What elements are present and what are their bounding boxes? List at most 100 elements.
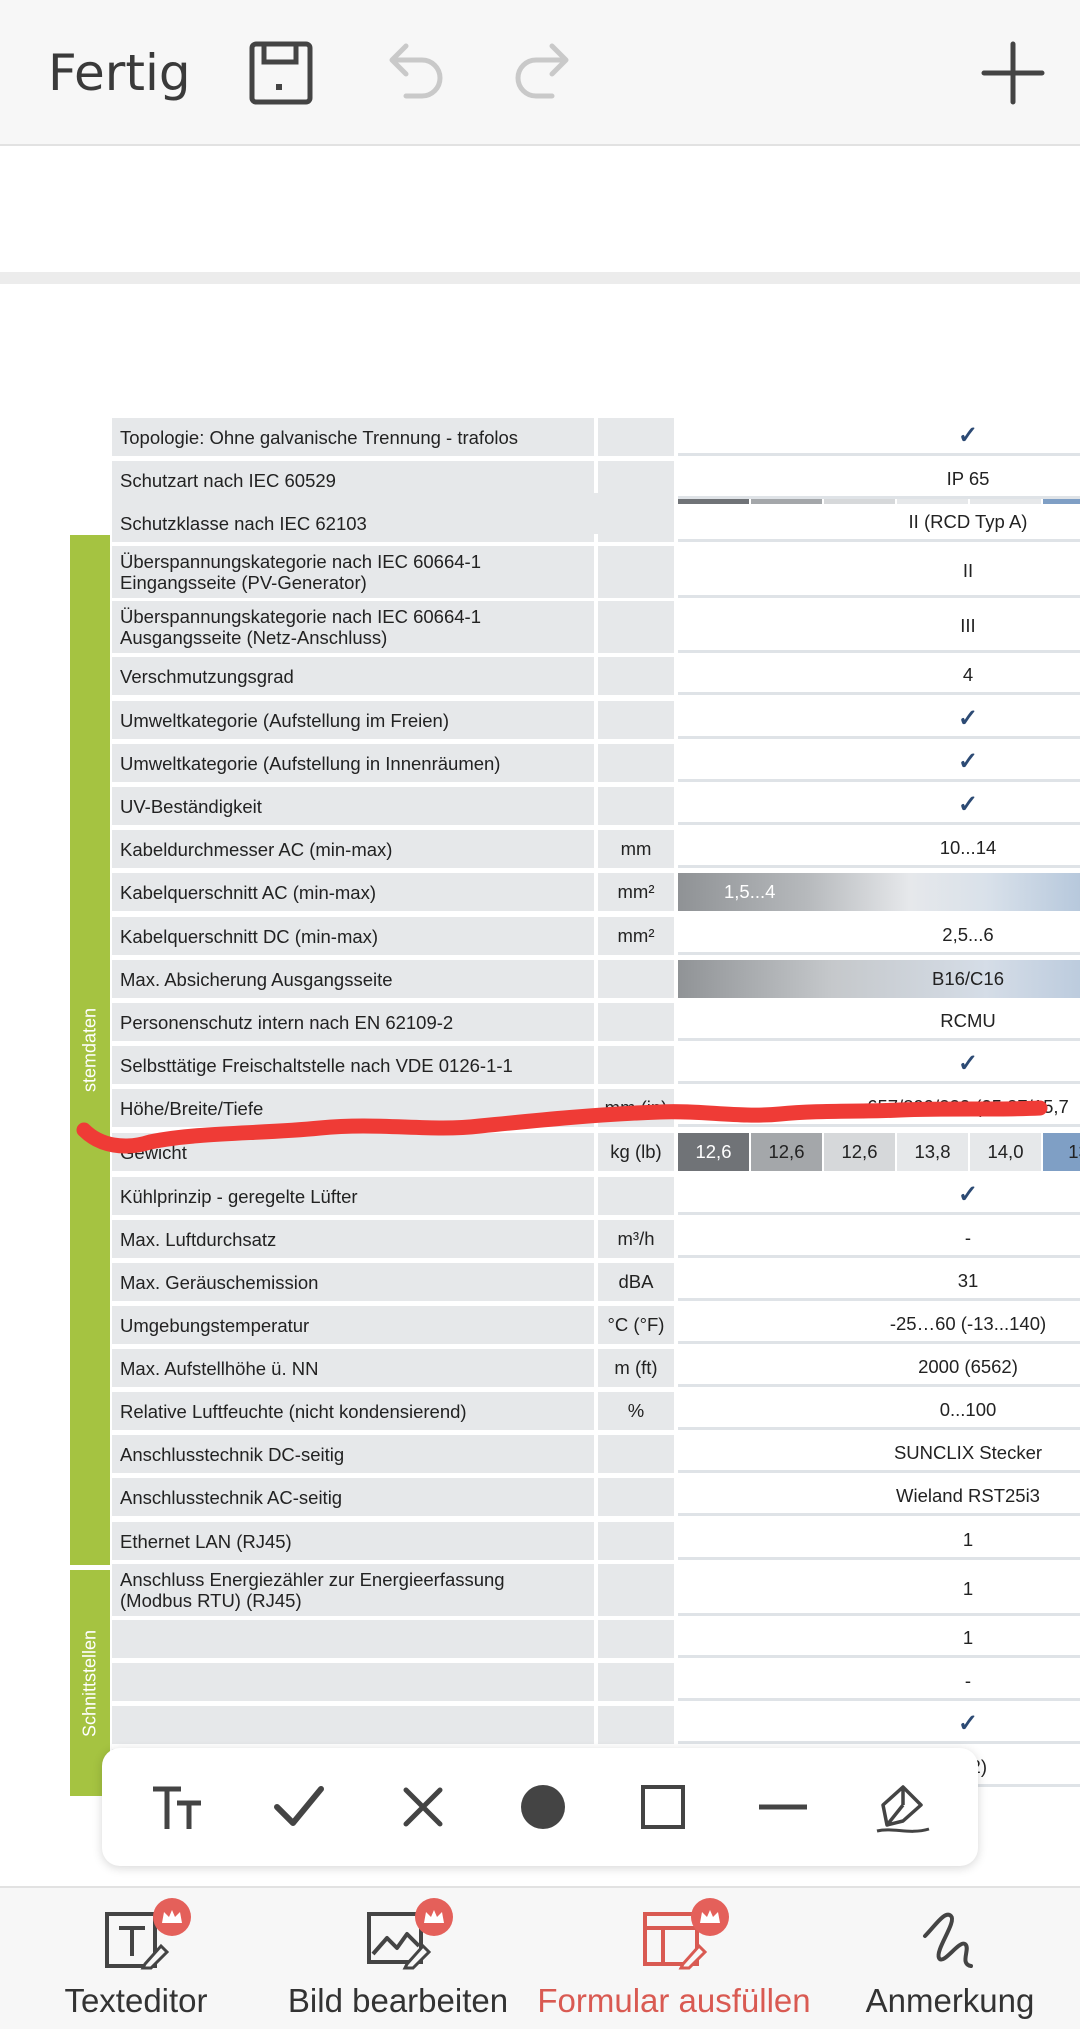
row-value: IP 65 — [678, 461, 1080, 499]
row-unit — [598, 1046, 674, 1084]
row-label: Umweltkategorie (Aufstellung in Innenräu… — [112, 744, 594, 782]
row-value: 1 — [678, 1564, 1080, 1616]
checkmark-icon: ✓ — [957, 1181, 979, 1208]
value-text: - — [964, 1226, 972, 1248]
row-value: 10...14 — [678, 830, 1080, 868]
done-button[interactable]: Fertig — [48, 44, 191, 102]
table-row: Personenschutz intern nach EN 62109-2 RCM… — [112, 1003, 1080, 1041]
tab-anmerkung[interactable]: Anmerkung — [852, 1888, 1048, 2029]
row-value: III — [678, 601, 1080, 653]
section-label: stemdaten — [79, 1007, 100, 1093]
weight-cell: 12,6 — [678, 1133, 749, 1171]
weight-cell: 12,6 — [751, 1133, 822, 1171]
tab-texteditor[interactable]: Texteditor — [56, 1888, 216, 2029]
line-icon[interactable] — [748, 1772, 818, 1842]
row-value: 1,5...42,5... — [678, 873, 1080, 911]
square-icon[interactable] — [628, 1772, 698, 1842]
row-label: Max. Geräuschemission — [112, 1263, 594, 1301]
row-label: Anschluss Energiezähler zur Energieerfas… — [112, 1564, 594, 1616]
table-row: Max. Luftdurchsatz m³/h - — [112, 1220, 1080, 1258]
table-row: - — [112, 1663, 1080, 1701]
premium-crown-icon — [153, 1898, 191, 1936]
row-value: 657/399/222 (25,87/15,7 — [678, 1089, 1080, 1127]
row-unit — [598, 744, 674, 782]
value-text: IP 65 — [946, 467, 990, 489]
table-row: Kabelquerschnitt AC (min-max)mm²1,5...42… — [112, 873, 1080, 911]
value-text: 2,5...6 — [942, 923, 994, 945]
value-text: 0...100 — [939, 1398, 997, 1420]
add-icon[interactable] — [978, 38, 1048, 108]
row-unit: m (ft) — [598, 1349, 674, 1387]
signature-icon[interactable] — [868, 1772, 938, 1842]
row-value: ✓ — [678, 701, 1080, 739]
checkmark-icon: ✓ — [957, 791, 979, 818]
row-label: Überspannungskategorie nach IEC 60664-1 … — [112, 546, 594, 598]
row-value: ✓ — [678, 1177, 1080, 1215]
table-row: Kabeldurchmesser AC (min-max) mm 10...14 — [112, 830, 1080, 868]
row-unit — [598, 1003, 674, 1041]
table-row: Ethernet LAN (RJ45) 1 — [112, 1522, 1080, 1560]
row-unit — [598, 1177, 674, 1215]
row-unit — [598, 461, 674, 499]
checkmark-icon[interactable] — [264, 1772, 334, 1842]
document-page[interactable]: Leistungsklasse1.5-12.0-12.5-13.0-13.0-2… — [0, 284, 1080, 1886]
value-text: SUNCLIX Stecker — [893, 1441, 1043, 1463]
table-row: Gewichtkg (lb)12,612,612,613,814,013 — [112, 1133, 1080, 1171]
value-text: 10...14 — [939, 836, 997, 858]
row-label: Kühlprinzip - geregelte Lüfter — [112, 1177, 594, 1215]
redo-icon[interactable] — [510, 38, 580, 108]
tab-label: Formular ausfüllen — [537, 1982, 811, 2019]
row-value: - — [678, 1663, 1080, 1701]
table-row: Verschmutzungsgrad 4 — [112, 657, 1080, 695]
row-unit — [598, 1522, 674, 1560]
row-unit: m³/h — [598, 1220, 674, 1258]
row-label: Max. Luftdurchsatz — [112, 1220, 594, 1258]
row-unit — [598, 418, 674, 456]
bottom-tab-bar: Texteditor Bild bearbeiten Formular ausf… — [0, 1886, 1080, 2029]
row-label — [112, 1706, 594, 1744]
table-row: Überspannungskategorie nach IEC 60664-1 … — [112, 601, 1080, 653]
value-text: III — [960, 614, 976, 636]
row-label: Schutzart nach IEC 60529 — [112, 461, 594, 499]
cross-icon[interactable] — [388, 1772, 458, 1842]
row-unit — [598, 1564, 674, 1616]
row-value: 31 — [678, 1263, 1080, 1301]
undo-icon[interactable] — [378, 38, 448, 108]
dot-icon[interactable] — [508, 1772, 578, 1842]
table-row: Selbsttätige Freischaltstelle nach VDE 0… — [112, 1046, 1080, 1084]
row-value: 1 — [678, 1522, 1080, 1560]
table-row: Umweltkategorie (Aufstellung in Innenräu… — [112, 744, 1080, 782]
weight-cells: 12,612,612,613,814,013 — [678, 1133, 1080, 1171]
save-icon[interactable] — [246, 38, 316, 108]
row-value: 0...100 — [678, 1392, 1080, 1430]
checkmark-icon: ✓ — [957, 705, 979, 732]
row-unit — [598, 1663, 674, 1701]
tab-label: Bild bearbeiten — [287, 1982, 509, 2019]
value-text: -25…60 (-13...140) — [889, 1312, 1047, 1334]
row-unit — [598, 701, 674, 739]
row-unit: mm² — [598, 873, 674, 911]
row-label: Gewicht — [112, 1133, 594, 1171]
tab-bild-bearbeiten[interactable]: Bild bearbeiten — [286, 1888, 510, 2029]
value-text: 4 — [962, 663, 974, 685]
table-row: Anschlusstechnik DC-seitig SUNCLIX Stecke… — [112, 1435, 1080, 1473]
row-label: Personenschutz intern nach EN 62109-2 — [112, 1003, 594, 1041]
row-label — [112, 1663, 594, 1701]
row-unit: mm (in) — [598, 1089, 674, 1127]
tab-formular-ausfuellen[interactable]: Formular ausfüllen — [537, 1888, 811, 2029]
text-size-icon[interactable] — [144, 1772, 214, 1842]
weight-cell: 13 — [1043, 1133, 1080, 1171]
table-row: 1 — [112, 1620, 1080, 1658]
row-unit — [598, 504, 674, 542]
premium-crown-icon — [691, 1898, 729, 1936]
row-label: Max. Aufstellhöhe ü. NN — [112, 1349, 594, 1387]
section-bar-systemdaten: stemdaten — [70, 535, 110, 1565]
checkmark-icon: ✓ — [957, 1050, 979, 1077]
row-value: ✓ — [678, 1706, 1080, 1744]
value-text: RCMU — [940, 1009, 996, 1031]
row-value: 2000 (6562) — [678, 1349, 1080, 1387]
table-row: UV-Beständigkeit ✓ — [112, 787, 1080, 825]
row-label: Kabelquerschnitt AC (min-max) — [112, 873, 594, 911]
value-text: 1 — [962, 1528, 974, 1550]
checkmark-icon: ✓ — [957, 422, 979, 449]
